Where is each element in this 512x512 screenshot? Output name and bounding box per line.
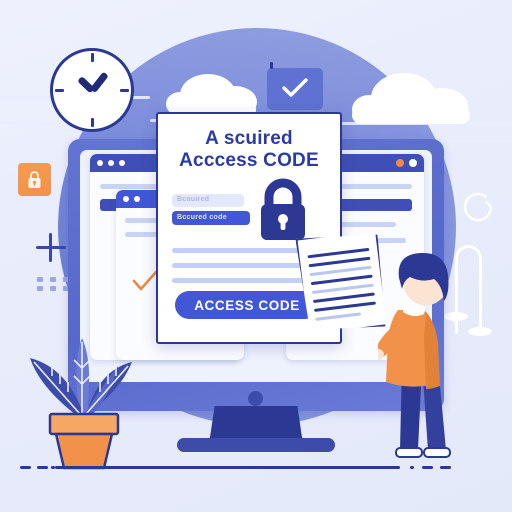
window-dot	[123, 196, 129, 202]
card-heading-line1: A scuired	[205, 128, 293, 149]
card-content-line	[172, 263, 320, 268]
window-dot	[409, 159, 417, 167]
monitor-stand-base	[177, 438, 335, 452]
potted-plant	[30, 338, 132, 470]
clock-icon	[50, 48, 134, 132]
orange-check-icon	[132, 270, 158, 291]
refresh-icon[interactable]	[461, 190, 495, 224]
lock-badge-icon	[18, 163, 51, 196]
monitor-power-dot	[248, 391, 263, 406]
window-dot-orange	[396, 159, 404, 167]
checkmark-icon	[282, 78, 308, 97]
access-code-field-ghost-text: Bcauired	[177, 196, 210, 203]
ground-dash	[37, 466, 48, 469]
ground-line	[55, 466, 400, 469]
held-document	[295, 229, 388, 336]
person-holding-document	[378, 252, 451, 458]
window-dot	[119, 160, 125, 166]
dot-grid	[37, 277, 72, 291]
ground-dash	[410, 466, 414, 469]
access-code-button[interactable]: ACCESS CODE	[175, 291, 319, 319]
padlock-icon	[261, 178, 305, 240]
illustration-canvas: A scuired Acccess CODE Bcauired Bccured …	[0, 0, 512, 512]
slider-track-right[interactable]	[479, 268, 482, 334]
card-content-line	[172, 278, 320, 283]
ground-dash	[51, 466, 55, 469]
ground-dash	[20, 466, 31, 469]
ground-dash	[422, 466, 433, 469]
window-dot	[97, 160, 103, 166]
padlock-glyph-icon	[28, 171, 41, 188]
slider-handle-right[interactable]	[468, 327, 492, 336]
card-heading-line2: Acccess CODE	[179, 150, 319, 172]
ground-dash	[440, 466, 451, 469]
access-code-field-filled-text: Bccured code	[177, 214, 227, 221]
window-dot	[108, 160, 114, 166]
card-heading: A scuired Acccess CODE	[158, 128, 340, 173]
plus-marker-vertical	[49, 233, 52, 262]
window-dot	[134, 196, 140, 202]
check-card-icon	[267, 62, 323, 108]
